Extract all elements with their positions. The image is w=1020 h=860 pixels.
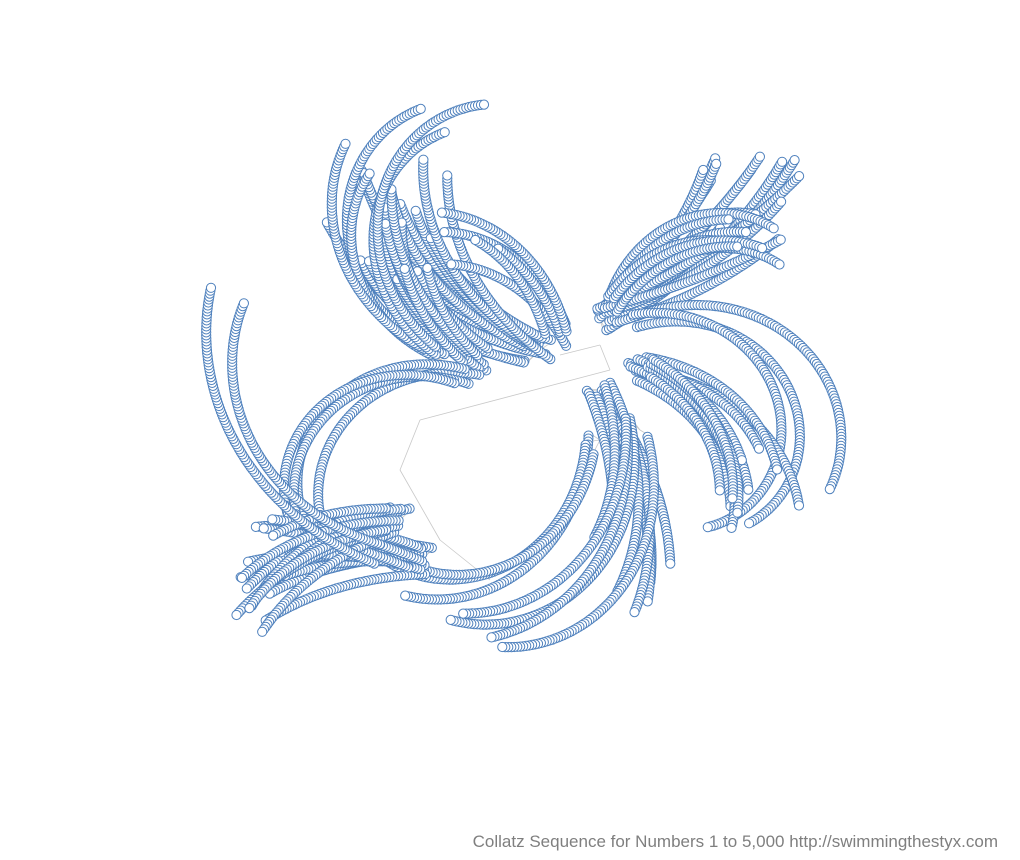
sequence-node [478,99,490,110]
sequence-node [757,243,768,254]
sequence-node [442,170,453,181]
sequence-node [775,234,786,245]
sequence-node [364,168,375,179]
node-layer [201,99,847,653]
sequence-node [824,484,835,495]
sequence-node [732,241,743,252]
sequence-node [439,227,450,238]
sequence-node [772,464,783,475]
sequence-node [744,518,755,529]
sequence-link [599,344,611,371]
figure-canvas: Collatz Sequence for Numbers 1 to 5,000 … [0,0,1020,860]
sequence-node [740,227,752,238]
sequence-node [418,154,429,165]
sequence-node [777,156,788,167]
sequence-node [436,207,447,218]
collatz-tree-diagram [201,99,847,653]
sequence-node [439,127,450,138]
sequence-node [774,259,785,270]
sequence-node [702,522,713,533]
sequence-node [422,262,433,274]
sequence-node [768,223,779,234]
sequence-node [446,259,457,270]
sequence-node [743,484,754,495]
sequence-node [399,263,410,274]
sequence-node [410,205,421,216]
sequence-node [754,151,766,162]
sequence-node [711,158,722,169]
sequence-node [723,214,734,225]
sequence-node [753,443,765,454]
sequence-node [470,234,481,246]
sequence-node [415,103,426,115]
sequence-node [776,196,787,207]
sequence-node [794,171,805,182]
sequence-node [340,138,351,149]
sequence-node [789,155,800,166]
sequence-link [399,419,421,471]
sequence-node [698,164,709,176]
sequence-node [793,500,805,511]
